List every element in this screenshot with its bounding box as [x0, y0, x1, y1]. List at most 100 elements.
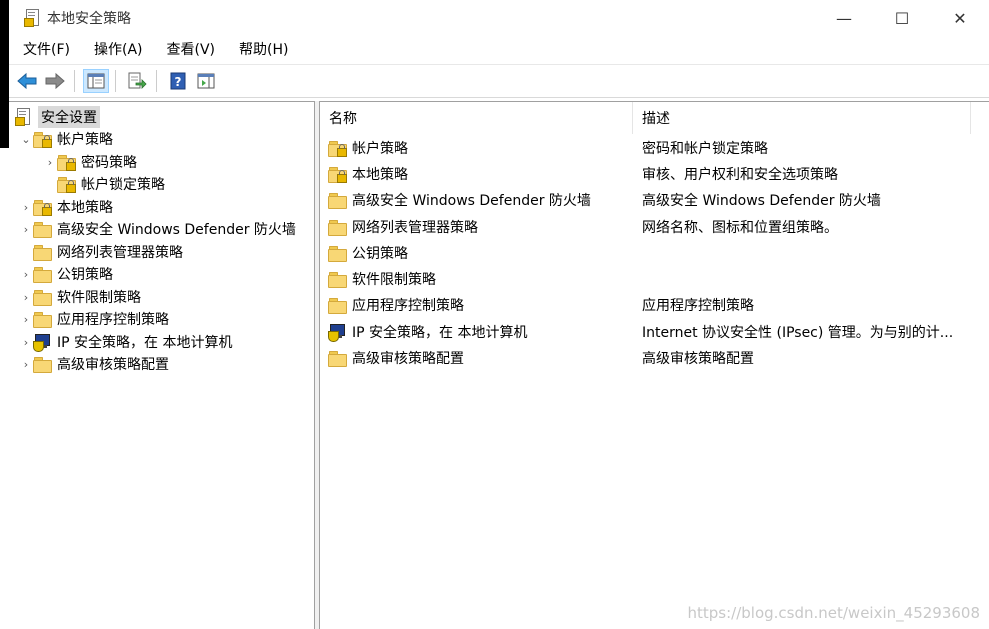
- folder-icon: [328, 193, 347, 209]
- window-title: 本地安全策略: [47, 11, 131, 27]
- chevron-right-icon[interactable]: ›: [19, 291, 33, 304]
- folder-icon: [33, 267, 52, 283]
- menu-file[interactable]: 文件(F): [9, 36, 80, 64]
- list-item-name: 网络列表管理器策略: [352, 220, 478, 236]
- list-item[interactable]: 公钥策略: [320, 240, 642, 266]
- title-bar: 本地安全策略 — ☐ ✕: [9, 0, 989, 36]
- list-item-name: 本地策略: [352, 167, 408, 183]
- list-item-name: 帐户策略: [352, 141, 408, 157]
- list-item[interactable]: 帐户策略 密码和帐户锁定策略: [320, 135, 768, 161]
- tree-item-label: 帐户策略: [57, 132, 113, 148]
- chevron-right-icon[interactable]: ›: [19, 201, 33, 214]
- list-item-description: 高级审核策略配置: [642, 351, 754, 367]
- tree-item-account-lockout-policy[interactable]: 帐户锁定策略: [43, 173, 165, 195]
- list-item[interactable]: IP 安全策略，在 本地计算机 Internet 协议安全性 (IPsec) 管…: [320, 319, 953, 345]
- action-pane-icon: [197, 73, 215, 89]
- tree-item-ip-security[interactable]: › IP 安全策略，在 本地计算机: [19, 331, 232, 353]
- ip-security-icon: [328, 323, 346, 342]
- chevron-right-icon[interactable]: ›: [19, 313, 33, 326]
- tree-item-label: 公钥策略: [57, 267, 113, 283]
- list-item-name: 高级安全 Windows Defender 防火墙: [352, 193, 591, 209]
- list-item[interactable]: 本地策略 审核、用户权利和安全选项策略: [320, 161, 838, 187]
- help-icon: ?: [170, 72, 186, 90]
- folder-icon: [328, 351, 347, 367]
- action-pane-button[interactable]: [193, 69, 219, 93]
- chevron-right-icon[interactable]: ›: [19, 223, 33, 236]
- folder-icon: [33, 312, 52, 328]
- back-button[interactable]: [14, 69, 40, 93]
- tree-item-advanced-audit[interactable]: › 高级审核策略配置: [19, 353, 169, 375]
- tree-item-public-key[interactable]: › 公钥策略: [19, 263, 113, 285]
- list-pane: 名称 描述 帐户策略 密码和帐户锁定策略 本地策略 审核、用户权利和安全选项策略…: [319, 101, 989, 629]
- folder-icon: [33, 245, 52, 261]
- list-item[interactable]: 软件限制策略: [320, 266, 642, 292]
- back-icon: [17, 72, 37, 90]
- folder-icon: [33, 357, 52, 373]
- list-item-description: 密码和帐户锁定策略: [642, 141, 768, 157]
- close-button[interactable]: ✕: [931, 0, 989, 36]
- chevron-right-icon[interactable]: ›: [43, 156, 57, 169]
- list-item[interactable]: 应用程序控制策略 应用程序控制策略: [320, 292, 754, 318]
- tree-item-account-policy[interactable]: ⌄ 帐户策略: [19, 128, 113, 150]
- tree-item-local-policy[interactable]: › 本地策略: [19, 196, 113, 218]
- tree-item-label: 帐户锁定策略: [81, 177, 165, 193]
- chevron-down-icon[interactable]: ⌄: [19, 133, 33, 146]
- chevron-right-icon[interactable]: ›: [19, 336, 33, 349]
- chevron-right-icon[interactable]: ›: [19, 268, 33, 281]
- tree-item-app-control[interactable]: › 应用程序控制策略: [19, 308, 169, 330]
- toolbar-separator: [156, 70, 157, 92]
- tree-item-firewall[interactable]: › 高级安全 Windows Defender 防火墙: [19, 218, 296, 240]
- tree-root[interactable]: 安全设置: [14, 106, 100, 128]
- tree-pane: 安全设置 ⌄ 帐户策略 › 密码策略 帐户锁定策略 › 本地策略 › 高级安全 …: [9, 101, 315, 629]
- folder-icon: [328, 246, 347, 262]
- list-item-description: 审核、用户权利和安全选项策略: [642, 167, 838, 183]
- local-security-policy-icon: [23, 9, 41, 27]
- list-header: 名称 描述: [320, 102, 989, 135]
- export-list-button[interactable]: [124, 69, 150, 93]
- folder-lock-icon: [57, 155, 76, 171]
- tree-item-label: 应用程序控制策略: [57, 312, 169, 328]
- menu-view[interactable]: 查看(V): [153, 36, 226, 64]
- list-item-name: 公钥策略: [352, 246, 408, 262]
- forward-icon: [45, 72, 65, 90]
- list-item-name: 高级审核策略配置: [352, 351, 464, 367]
- toolbar-separator: [74, 70, 75, 92]
- tree-item-label: 高级审核策略配置: [57, 357, 169, 373]
- background-edge: [0, 0, 9, 148]
- tree-item-software-restriction[interactable]: › 软件限制策略: [19, 286, 141, 308]
- tree-item-label: 软件限制策略: [57, 290, 141, 306]
- tree-item-label: 网络列表管理器策略: [57, 245, 183, 261]
- folder-lock-icon: [57, 177, 76, 193]
- window-controls: — ☐ ✕: [815, 0, 989, 36]
- tree-item-network-list-manager[interactable]: 网络列表管理器策略: [19, 241, 183, 263]
- maximize-button[interactable]: ☐: [873, 0, 931, 36]
- column-header-description[interactable]: 描述: [633, 102, 971, 134]
- folder-icon: [328, 272, 347, 288]
- folder-icon: [33, 222, 52, 238]
- list-item-description: Internet 协议安全性 (IPsec) 管理。为与别的计...: [642, 325, 954, 341]
- help-button[interactable]: ?: [165, 69, 191, 93]
- folder-lock-icon: [33, 132, 52, 148]
- list-item-name: 软件限制策略: [352, 272, 436, 288]
- tree-item-label: 密码策略: [81, 155, 137, 171]
- list-item[interactable]: 高级审核策略配置 高级审核策略配置: [320, 345, 754, 371]
- folder-lock-icon: [328, 167, 347, 183]
- toolbar: ?: [9, 65, 989, 98]
- menu-action[interactable]: 操作(A): [80, 36, 153, 64]
- tree-item-password-policy[interactable]: › 密码策略: [43, 151, 137, 173]
- forward-button[interactable]: [42, 69, 68, 93]
- show-hide-tree-button[interactable]: [83, 69, 109, 93]
- list-item[interactable]: 网络列表管理器策略 网络名称、图标和位置组策略。: [320, 214, 838, 240]
- mmc-window: 本地安全策略 — ☐ ✕ 文件(F) 操作(A) 查看(V) 帮助(H) ? 安…: [0, 0, 989, 629]
- export-list-icon: [128, 72, 147, 89]
- menu-help[interactable]: 帮助(H): [225, 36, 298, 64]
- folder-icon: [33, 290, 52, 306]
- folder-icon: [328, 298, 347, 314]
- chevron-right-icon[interactable]: ›: [19, 358, 33, 371]
- list-item[interactable]: 高级安全 Windows Defender 防火墙 高级安全 Windows D…: [320, 187, 881, 213]
- tree-item-label: 本地策略: [57, 200, 113, 216]
- list-item-name: IP 安全策略，在 本地计算机: [352, 325, 528, 341]
- column-header-name[interactable]: 名称: [320, 102, 633, 134]
- list-item-description: 高级安全 Windows Defender 防火墙: [642, 193, 881, 209]
- minimize-button[interactable]: —: [815, 0, 873, 36]
